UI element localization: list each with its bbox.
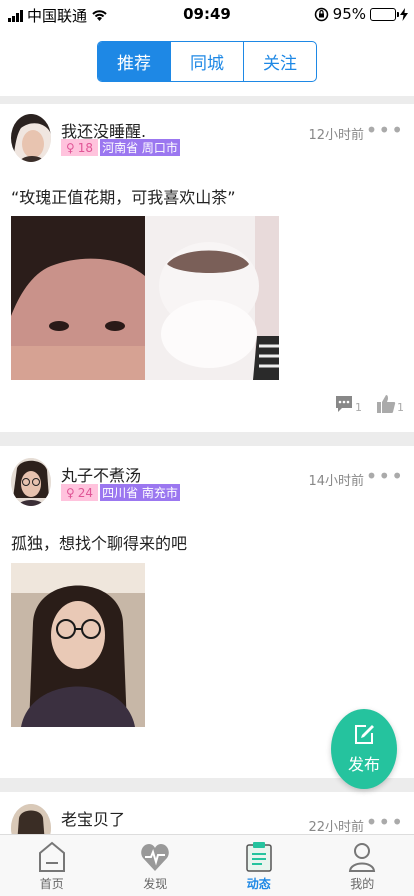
tab-feed[interactable]: 动态 [207, 835, 311, 896]
publish-button[interactable]: 发布 [331, 709, 397, 789]
tab-profile[interactable]: 我的 [311, 835, 414, 896]
female-icon: ♀ [66, 140, 75, 155]
tab-discover[interactable]: 发现 [104, 835, 208, 896]
thumbs-up-icon [377, 395, 396, 413]
age-value: 24 [77, 485, 94, 500]
post-card[interactable]: 老宝贝了 22小时前 ••• [0, 792, 414, 834]
tab-local[interactable]: 同城 [171, 42, 244, 81]
post-photo[interactable] [145, 216, 279, 380]
avatar[interactable] [11, 114, 51, 162]
post-content: 孤独，想找个聊得来的吧 [11, 534, 188, 553]
age-tag: ♀ 24 [61, 484, 99, 501]
location-tag: 河南省 周口市 [100, 139, 180, 156]
status-bar: 中国联通 09:49 95% [0, 0, 414, 30]
charging-icon [400, 7, 408, 21]
bottom-tab-bar: 首页 发现 动态 我的 [0, 834, 414, 896]
battery-percent: 95% [332, 5, 366, 23]
tab-feed-label: 动态 [246, 877, 271, 891]
home-icon [38, 841, 65, 872]
post-time: 14小时前 [308, 474, 364, 489]
post-content: “玫瑰正值花期，可我喜欢山茶” [11, 188, 236, 207]
post-card[interactable]: 我还没睡醒. ♀ 18 河南省 周口市 12小时前 ••• “玫瑰正值花期，可我喜… [0, 104, 414, 432]
comment-icon [336, 396, 352, 412]
rotation-lock-icon [314, 7, 328, 21]
author-tags: ♀ 18 河南省 周口市 [61, 139, 180, 156]
comment-count: 1 [355, 401, 362, 414]
post-actions: 1 1 [334, 394, 404, 414]
post-photo[interactable] [11, 216, 145, 380]
battery-icon [370, 7, 399, 21]
tab-home[interactable]: 首页 [0, 835, 104, 896]
tab-home-label: 首页 [39, 877, 64, 891]
like-count: 1 [397, 401, 404, 414]
section-divider [0, 432, 414, 446]
author-name[interactable]: 丸子不煮汤 [61, 462, 141, 486]
author-tags: ♀ 24 四川省 南充市 [61, 484, 180, 501]
tab-following[interactable]: 关注 [244, 42, 316, 81]
tab-recommend[interactable]: 推荐 [98, 42, 171, 81]
like-button[interactable]: 1 [376, 394, 404, 414]
age-value: 18 [77, 140, 94, 155]
post-time: 22小时前 [308, 820, 364, 834]
avatar[interactable] [11, 458, 51, 506]
feed-tabs: 推荐 同城 关注 [97, 41, 317, 82]
pulse-icon [141, 844, 170, 871]
comment-button[interactable]: 1 [334, 394, 362, 414]
post-time: 12小时前 [308, 128, 364, 143]
more-options-icon[interactable]: ••• [366, 810, 404, 834]
section-divider [0, 96, 414, 104]
more-options-icon[interactable]: ••• [366, 464, 404, 488]
edit-icon [355, 725, 374, 744]
location-tag: 四川省 南充市 [100, 484, 180, 501]
avatar[interactable] [11, 804, 51, 834]
post-photo[interactable] [11, 563, 145, 727]
author-name[interactable]: 老宝贝了 [61, 806, 125, 830]
publish-label: 发布 [347, 755, 380, 774]
tab-discover-label: 发现 [143, 877, 168, 891]
status-right: 95% [314, 5, 408, 23]
feed-icon [246, 842, 272, 872]
tab-profile-label: 我的 [350, 877, 375, 891]
age-tag: ♀ 18 [61, 139, 99, 156]
user-icon [349, 843, 376, 872]
more-options-icon[interactable]: ••• [366, 118, 404, 142]
female-icon: ♀ [66, 485, 75, 500]
